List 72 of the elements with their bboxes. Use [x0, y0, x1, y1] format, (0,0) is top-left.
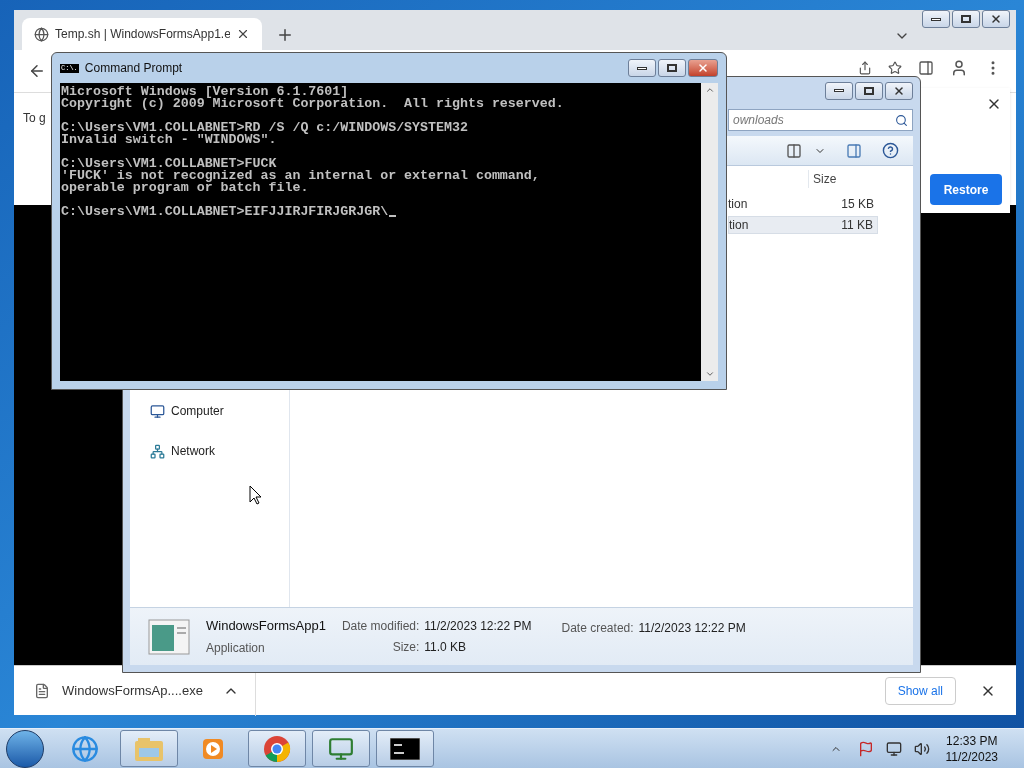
console-line: operable program or batch file. [61, 182, 309, 194]
minimize-button[interactable] [922, 10, 950, 28]
new-tab-icon[interactable] [276, 26, 294, 44]
help-icon[interactable] [882, 142, 899, 159]
speaker-icon[interactable] [913, 740, 930, 757]
flag-icon[interactable] [857, 740, 874, 757]
console-line: Copyright (c) 2009 Microsoft Corporation. All rights reserved. [61, 98, 564, 110]
console-line: C:\Users\VM1.COLLABNET>FUCK [61, 158, 277, 170]
show-all-button[interactable]: Show all [884, 676, 956, 705]
detail-value: 11/2/2023 12:22 PM [638, 620, 746, 637]
file-row[interactable]: tion 11 KB [728, 216, 878, 234]
close-button[interactable] [688, 59, 718, 77]
file-name: WindowsFormsApp1 [206, 617, 326, 636]
detail-value: 11.0 KB [424, 639, 468, 656]
text-cursor [389, 215, 397, 217]
tab-title: Temp.sh | WindowsFormsApp1.e [55, 26, 230, 43]
star-icon[interactable] [888, 61, 902, 75]
share-icon[interactable] [858, 61, 872, 75]
detail-label: Date modified: [341, 618, 420, 635]
close-icon [990, 13, 1002, 25]
scroll-up-icon[interactable] [704, 85, 715, 95]
file-type: Application [206, 639, 266, 657]
download-filename[interactable]: WindowsFormsAp....exe [62, 680, 203, 701]
window-title: Command Prompt [84, 60, 184, 77]
search-icon [895, 113, 908, 127]
detail-value: 11/2/2023 12:22 PM [424, 618, 532, 635]
minimize-button[interactable] [628, 59, 656, 77]
browser-logo-icon [263, 734, 291, 763]
start-button[interactable] [6, 729, 44, 768]
search-field[interactable]: ownloads [728, 109, 913, 131]
taskbar-button[interactable] [376, 730, 434, 767]
close-icon [893, 84, 905, 97]
browser-tab[interactable]: Temp.sh | WindowsFormsApp1.e [22, 18, 262, 50]
page-text: To g [23, 111, 46, 125]
maximize-button[interactable] [658, 59, 686, 77]
profile-icon[interactable] [950, 59, 968, 77]
computer-icon [150, 403, 165, 419]
close-icon [697, 62, 709, 74]
console-line: Microsoft Windows [Version 6.1.7601] [61, 86, 349, 98]
restore-button[interactable]: Restore [930, 174, 1002, 205]
nav-item[interactable]: Computer [171, 402, 224, 420]
console-line: C:\Users\VM1.COLLABNET>EIFJJIRJFIRJGRJGR\ [61, 206, 389, 218]
globe-icon [34, 26, 49, 42]
folder-icon [134, 735, 164, 762]
close-button[interactable] [982, 10, 1010, 28]
nav-item[interactable]: Network [171, 442, 215, 460]
maximize-button[interactable] [952, 10, 980, 28]
close-button[interactable] [885, 81, 913, 100]
monitor-icon [328, 735, 354, 762]
scroll-down-icon[interactable] [704, 369, 715, 379]
column-header[interactable]: Size [808, 170, 878, 188]
preview-pane-icon[interactable] [846, 142, 862, 159]
file-icon [34, 682, 50, 699]
globe-icon [71, 734, 99, 763]
console-line: 'FUCK' is not recognized as an internal or external command, [61, 170, 540, 182]
detail-label: Date created: [561, 620, 634, 637]
console-line: C:\Users\VM1.COLLABNET>RD /S /Q c:/WINDOWS/SYSTEM32 [61, 122, 468, 134]
scrollbar[interactable] [701, 83, 718, 381]
console-line: Invalid switch - "WINDOWS". [61, 134, 277, 146]
console-icon [390, 737, 420, 760]
maximize-button[interactable] [855, 81, 883, 100]
mouse-pointer-icon [249, 485, 262, 505]
side-panel-icon[interactable] [918, 60, 934, 76]
detail-label: Size: [391, 639, 420, 656]
play-icon [201, 736, 225, 761]
file-row[interactable]: tion 15 KB [728, 195, 878, 213]
minimize-button[interactable] [825, 81, 853, 100]
application-icon [148, 618, 190, 655]
view-icon[interactable] [786, 142, 802, 159]
clock[interactable]: 12:33 PM 11/2/2023 [945, 732, 998, 765]
close-tab-icon[interactable] [236, 27, 250, 41]
back-icon[interactable] [28, 62, 46, 80]
